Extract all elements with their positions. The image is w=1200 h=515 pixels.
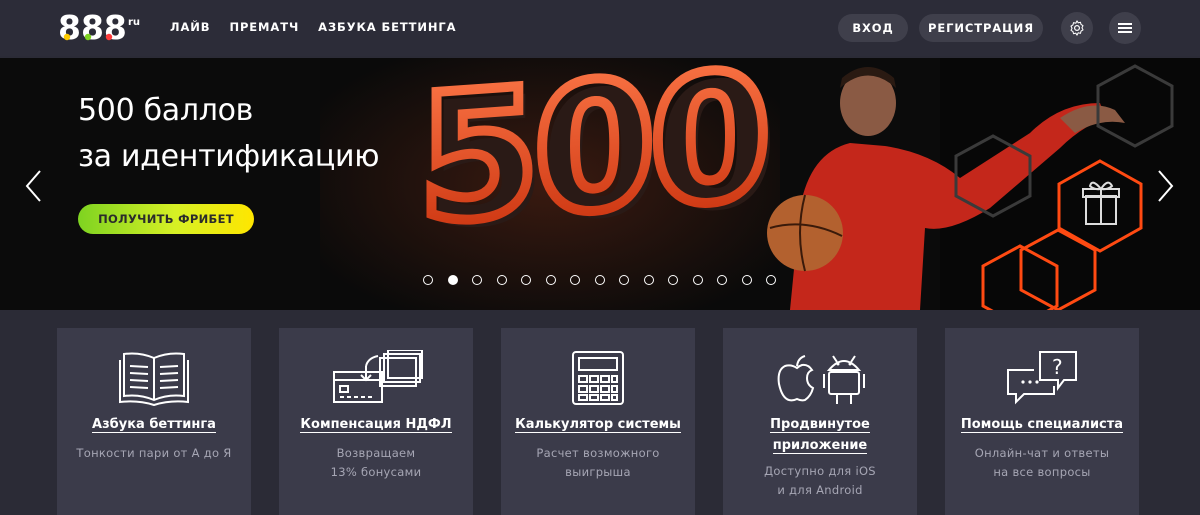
slider-dot[interactable] <box>472 275 482 285</box>
slider-dot[interactable] <box>570 275 580 285</box>
card-payment-icon <box>333 350 423 403</box>
menu-button[interactable] <box>1109 12 1141 44</box>
card-title[interactable]: Помощь специалиста <box>945 414 1139 435</box>
nav-live[interactable]: ЛАЙВ <box>170 20 210 34</box>
card-desc: Расчет возможного выигрыша <box>536 446 660 479</box>
card-specialist-help[interactable]: ? Помощь специалиста Онлайн-чат и ответы… <box>945 328 1139 515</box>
gear-icon <box>1070 20 1084 36</box>
card-betting-abc[interactable]: Азбука беттинга Тонкости пари от А до Я <box>57 328 251 515</box>
slider-dot[interactable] <box>692 275 703 285</box>
slider-dot[interactable] <box>447 275 458 285</box>
slider-dot[interactable] <box>545 275 556 285</box>
slider-dot[interactable] <box>619 275 629 285</box>
card-title[interactable]: Азбука беттинга <box>57 414 251 435</box>
main-nav: ЛАЙВ ПРЕМАТЧ АЗБУКА БЕТТИНГА <box>170 20 456 34</box>
slider-dot[interactable] <box>741 275 752 285</box>
banner-title-line1: 500 баллов <box>78 93 254 128</box>
logo[interactable]: 888 ru <box>58 10 148 44</box>
card-ndfl-compensation[interactable]: Компенсация НДФЛ Возвращаем 13% бонусами <box>279 328 473 515</box>
card-desc: Возвращаем 13% бонусами <box>330 446 422 479</box>
top-header: 888 ru ЛАЙВ ПРЕМАТЧ АЗБУКА БЕТТИНГА ВХОД… <box>0 0 1200 56</box>
logo-suffix: ru <box>128 17 140 28</box>
promo-banner[interactable]: 500 500 500 баллов за идентификацию ПОЛУ… <box>0 58 1200 310</box>
banner-title-line2: за идентификацию <box>78 139 380 174</box>
nav-prematch[interactable]: ПРЕМАТЧ <box>229 20 299 34</box>
svg-text:?: ? <box>1052 355 1063 379</box>
calculator-icon <box>572 351 624 405</box>
slider-dot[interactable] <box>496 275 507 285</box>
card-advanced-app[interactable]: Продвинутое приложение Доступно для iOS … <box>723 328 917 515</box>
card-desc: Тонкости пари от А до Я <box>76 446 232 460</box>
slider-dot[interactable] <box>521 275 531 285</box>
chat-help-icon: ? <box>1007 351 1077 405</box>
card-desc: Доступно для iOS и для Android <box>764 464 876 497</box>
card-title[interactable]: Калькулятор системы <box>501 414 695 435</box>
card-title[interactable]: Продвинутое приложение <box>723 414 917 456</box>
slider-dots <box>423 275 776 285</box>
card-system-calculator[interactable]: Калькулятор системы Расчет возможного вы… <box>501 328 695 515</box>
register-button[interactable]: РЕГИСТРАЦИЯ <box>919 14 1043 42</box>
slider-dot[interactable] <box>423 275 433 285</box>
banner-title: 500 баллов за идентификацию <box>78 88 398 180</box>
settings-button[interactable] <box>1061 12 1093 44</box>
nav-betting-abc[interactable]: АЗБУКА БЕТТИНГА <box>318 20 456 34</box>
slider-dot[interactable] <box>717 275 727 285</box>
hamburger-icon <box>1118 23 1132 33</box>
feature-cards: Азбука беттинга Тонкости пари от А до Я <box>57 328 1139 515</box>
card-desc: Онлайн-чат и ответы на все вопросы <box>974 446 1110 479</box>
banner-500: 500 <box>418 58 765 263</box>
slider-dot[interactable] <box>594 275 605 285</box>
chevron-left-icon[interactable] <box>22 168 46 204</box>
card-title[interactable]: Компенсация НДФЛ <box>279 414 473 435</box>
get-freebet-button[interactable]: ПОЛУЧИТЬ ФРИБЕТ <box>78 204 254 234</box>
book-icon <box>119 352 189 406</box>
login-button[interactable]: ВХОД <box>838 14 908 42</box>
apple-android-icon <box>777 355 865 404</box>
slider-dot[interactable] <box>766 275 776 285</box>
chevron-right-icon[interactable] <box>1153 168 1177 204</box>
slider-dot[interactable] <box>643 275 654 285</box>
slider-dot[interactable] <box>668 275 678 285</box>
